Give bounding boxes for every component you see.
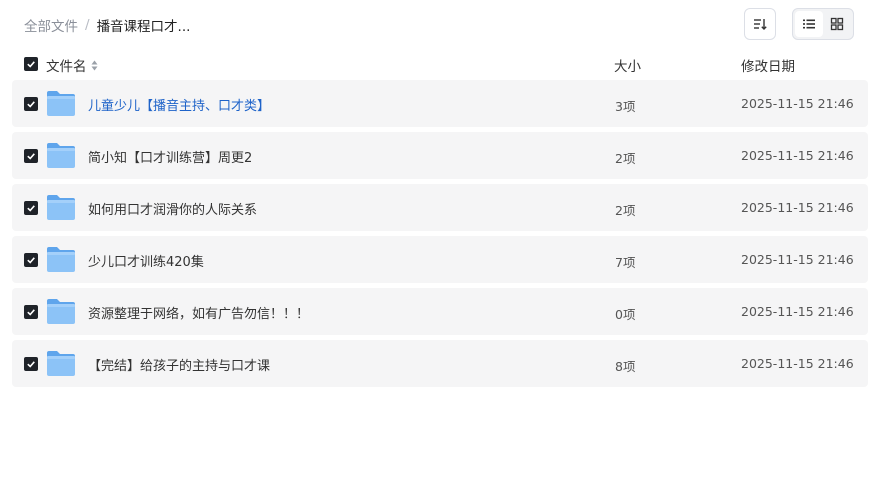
check-icon xyxy=(27,100,35,108)
row-date: 2025-11-15 21:46 xyxy=(741,356,854,371)
grid-view-icon xyxy=(830,17,844,31)
row-size: 2项 xyxy=(615,151,636,166)
sort-icon xyxy=(754,19,767,30)
folder-icon xyxy=(47,299,75,324)
folder-icon xyxy=(47,195,75,220)
row-name[interactable]: 资源整理于网络，如有广告勿信！！！ xyxy=(88,303,309,322)
row-date: 2025-11-15 21:46 xyxy=(741,252,854,267)
row-name[interactable]: 少儿口才训练420集 xyxy=(88,251,204,270)
row-size: 2项 xyxy=(615,203,636,218)
row-size: 8项 xyxy=(615,359,636,374)
sort-button[interactable] xyxy=(744,8,776,40)
folder-icon xyxy=(47,91,75,116)
row-name[interactable]: 简小知【口才训练营】周更2 xyxy=(88,147,252,166)
column-header-size[interactable]: 大小 xyxy=(614,55,641,75)
column-header-name-label: 文件名 xyxy=(46,59,87,75)
breadcrumb-root[interactable]: 全部文件 xyxy=(24,15,78,35)
list-view-icon xyxy=(803,19,815,29)
file-list: 儿童少儿【播音主持、口才类】 3项 2025-11-15 21:46 简小知【口… xyxy=(12,80,868,392)
check-icon xyxy=(27,61,35,68)
row-checkbox[interactable] xyxy=(24,252,38,267)
table-row[interactable]: 资源整理于网络，如有广告勿信！！！ 0项 2025-11-15 21:46 xyxy=(12,288,868,335)
row-date: 2025-11-15 21:46 xyxy=(741,96,854,111)
breadcrumb: 全部文件 / 播音课程口才... xyxy=(24,15,190,35)
check-icon xyxy=(27,152,35,160)
toolbar: 全部文件 / 播音课程口才... xyxy=(0,0,878,48)
check-icon xyxy=(27,204,35,212)
row-date: 2025-11-15 21:46 xyxy=(741,200,854,215)
table-row[interactable]: 如何用口才润滑你的人际关系 2项 2025-11-15 21:46 xyxy=(12,184,868,231)
breadcrumb-current: 播音课程口才... xyxy=(96,19,191,35)
table-row[interactable]: 【完结】给孩子的主持与口才课 8项 2025-11-15 21:46 xyxy=(12,340,868,387)
folder-icon xyxy=(47,143,75,168)
breadcrumb-separator: / xyxy=(85,17,90,33)
table-row[interactable]: 儿童少儿【播音主持、口才类】 3项 2025-11-15 21:46 xyxy=(12,80,868,127)
row-checkbox[interactable] xyxy=(24,200,38,215)
row-size: 0项 xyxy=(615,307,636,322)
row-checkbox[interactable] xyxy=(24,356,38,371)
row-checkbox[interactable] xyxy=(24,148,38,163)
table-row[interactable]: 简小知【口才训练营】周更2 2项 2025-11-15 21:46 xyxy=(12,132,868,179)
folder-icon xyxy=(47,247,75,272)
view-toggle xyxy=(792,8,854,40)
row-name[interactable]: 如何用口才润滑你的人际关系 xyxy=(88,199,257,218)
row-date: 2025-11-15 21:46 xyxy=(741,304,854,319)
check-icon xyxy=(27,308,35,316)
table-row[interactable]: 少儿口才训练420集 7项 2025-11-15 21:46 xyxy=(12,236,868,283)
grid-view-button[interactable] xyxy=(823,11,851,37)
column-header-name[interactable]: 文件名 xyxy=(46,55,98,75)
folder-icon xyxy=(47,351,75,376)
check-icon xyxy=(27,256,35,264)
row-checkbox[interactable] xyxy=(24,96,38,111)
sort-arrows-icon xyxy=(91,60,98,71)
file-list-header: 文件名 大小 修改日期 xyxy=(12,52,868,76)
list-view-button[interactable] xyxy=(795,11,823,37)
row-checkbox[interactable] xyxy=(24,304,38,319)
row-date: 2025-11-15 21:46 xyxy=(741,148,854,163)
column-header-date[interactable]: 修改日期 xyxy=(741,55,795,75)
row-name[interactable]: 【完结】给孩子的主持与口才课 xyxy=(88,355,270,374)
row-size: 3项 xyxy=(615,99,636,114)
row-name[interactable]: 儿童少儿【播音主持、口才类】 xyxy=(88,95,270,114)
select-all-checkbox[interactable] xyxy=(24,57,38,71)
row-size: 7项 xyxy=(615,255,636,270)
check-icon xyxy=(27,360,35,368)
